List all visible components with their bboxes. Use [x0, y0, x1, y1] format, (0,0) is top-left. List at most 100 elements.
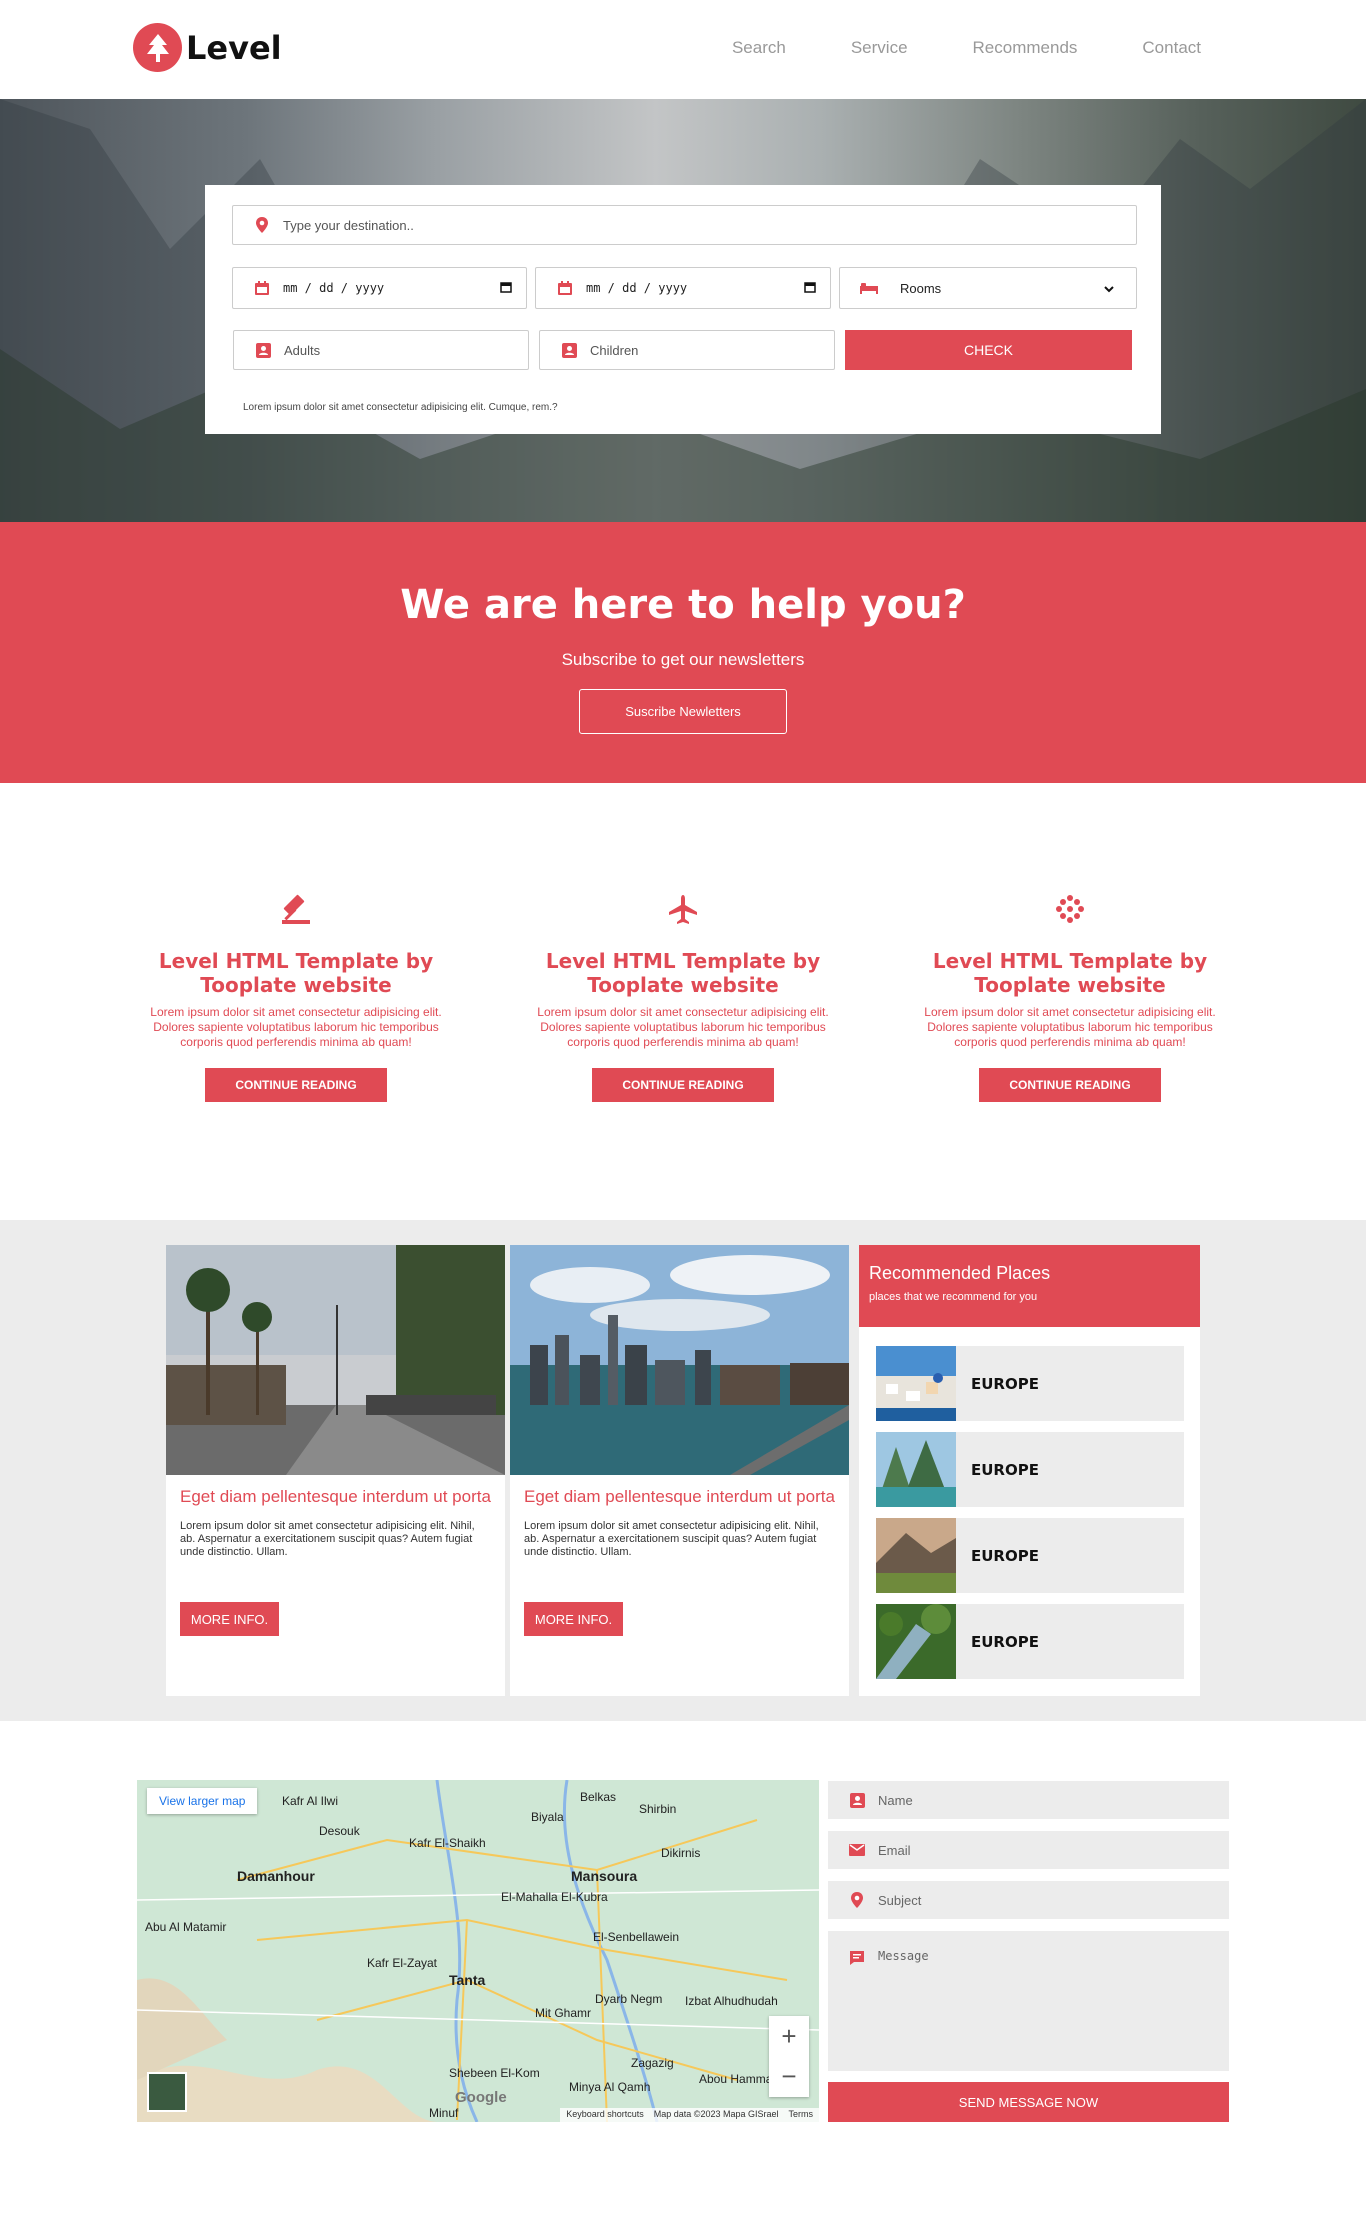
feature-text: Lorem ipsum dolor sit amet consectetur a…	[537, 1005, 829, 1049]
view-larger-map-link[interactable]: View larger map	[147, 1788, 258, 1814]
map-city-label: Desouk	[319, 1824, 360, 1838]
logo[interactable]: Level	[133, 23, 282, 72]
calendar-icon	[253, 279, 271, 297]
google-map[interactable]: View larger map Kafr Al Ilwi Belkas Shir…	[137, 1780, 819, 2122]
send-message-button[interactable]: SEND MESSAGE NOW	[828, 2082, 1229, 2122]
zoom-in-button[interactable]: +	[769, 2016, 809, 2056]
map-data-credit: Map data ©2023 Mapa GISrael	[653, 2109, 779, 2119]
more-info-button[interactable]: MORE INFO.	[180, 1602, 279, 1636]
map-city-label: Izbat Alhudhudah	[685, 1994, 778, 2008]
destination-input[interactable]: Type your destination..	[232, 205, 1137, 245]
places-section: Eget diam pellentesque interdum ut porta…	[0, 1220, 1366, 1721]
recommended-item-label: EUROPE	[971, 1460, 1039, 1479]
feature-title: Level HTML Template by Tooplate website	[158, 949, 434, 997]
bed-icon	[860, 279, 878, 297]
user-icon	[254, 341, 272, 359]
destination-placeholder: Type your destination..	[283, 217, 414, 233]
continue-reading-button[interactable]: CONTINUE READING	[205, 1068, 387, 1102]
map-city-label: Belkas	[580, 1790, 617, 1804]
message-placeholder: Message	[878, 1949, 929, 1963]
recommended-item[interactable]: EUROPE	[876, 1432, 1184, 1507]
recommended-item[interactable]: EUROPE	[876, 1346, 1184, 1421]
rooms-select[interactable]: Rooms	[839, 267, 1137, 309]
map-city-label: Biyala	[531, 1810, 564, 1824]
message-textarea[interactable]: Message	[828, 1931, 1229, 2071]
zoom-out-button[interactable]: −	[769, 2056, 809, 2096]
newsletter-subtitle: Subscribe to get our newsletters	[561, 650, 805, 669]
feature-text: Lorem ipsum dolor sit amet consectetur a…	[924, 1005, 1216, 1049]
checkin-date-input[interactable]: mm / dd / yyyy	[232, 267, 527, 309]
rooms-selected: Rooms	[900, 280, 942, 296]
keyboard-shortcuts-link[interactable]: Keyboard shortcuts	[566, 2109, 644, 2121]
recommended-item-label: EUROPE	[971, 1546, 1039, 1565]
calendar-picker-icon[interactable]	[804, 281, 816, 296]
subject-placeholder: Subject	[878, 1892, 922, 1908]
newsletter-section: We are here to help you? Subscribe to ge…	[0, 522, 1366, 783]
user-icon	[848, 1791, 866, 1809]
checkout-date-input[interactable]: mm / dd / yyyy	[535, 267, 831, 309]
contact-section: View larger map Kafr Al Ilwi Belkas Shir…	[0, 1721, 1366, 2232]
place-card: Eget diam pellentesque interdum ut porta…	[510, 1245, 849, 1696]
adults-placeholder: Adults	[284, 342, 321, 358]
search-form: Type your destination.. mm / dd / yyyy m…	[205, 185, 1161, 434]
nav-contact[interactable]: Contact	[1142, 38, 1201, 58]
checkin-value: mm / dd / yyyy	[283, 281, 385, 295]
map-city-label: Dikirnis	[661, 1846, 701, 1860]
name-placeholder: Name	[878, 1792, 913, 1808]
envelope-icon	[848, 1841, 866, 1859]
recommended-item[interactable]: EUROPE	[876, 1604, 1184, 1679]
site-header: Level Search Service Recommends Contact	[0, 0, 1366, 99]
subscribe-button[interactable]: Suscribe Newletters	[579, 689, 787, 734]
airplane-icon	[523, 891, 843, 927]
feature-title: Level HTML Template by Tooplate website	[545, 949, 821, 997]
map-city-label: Minya Al Qamh	[569, 2080, 651, 2094]
place-card: Eget diam pellentesque interdum ut porta…	[166, 1245, 505, 1696]
more-info-button[interactable]: MORE INFO.	[524, 1602, 623, 1636]
tree-icon	[133, 23, 182, 72]
map-city-label: Tanta	[449, 1972, 486, 1988]
map-city-label: Damanhour	[237, 1868, 315, 1884]
nav-service[interactable]: Service	[851, 38, 908, 58]
continue-reading-button[interactable]: CONTINUE READING	[979, 1068, 1161, 1102]
feature-text: Lorem ipsum dolor sit amet consectetur a…	[150, 1005, 442, 1049]
map-zoom-controls: + −	[769, 2016, 809, 2097]
email-field[interactable]: Email	[828, 1831, 1229, 1869]
children-placeholder: Children	[590, 342, 639, 358]
hero-banner: Type your destination.. mm / dd / yyyy m…	[0, 99, 1366, 522]
map-city-label: Abu Al Matamir	[145, 1920, 227, 1934]
nav-recommends[interactable]: Recommends	[973, 38, 1078, 58]
map-city-label: Mit Ghamr	[535, 2006, 592, 2020]
card-text: Lorem ipsum dolor sit amet consectetur a…	[180, 1520, 475, 1558]
feature-card: Level HTML Template by Tooplate website …	[523, 891, 843, 1102]
map-city-label: Mansoura	[571, 1868, 638, 1884]
nav-search[interactable]: Search	[732, 38, 786, 58]
search-note: Lorem ipsum dolor sit amet consectetur a…	[243, 402, 558, 413]
map-city-label: Kafr El-Zayat	[367, 1956, 438, 1970]
map-city-label: El-Senbellawein	[593, 1930, 680, 1944]
street-palm-image	[166, 1245, 505, 1475]
recommended-places: Recommended Places places that we recomm…	[859, 1245, 1200, 1696]
calendar-icon	[556, 279, 574, 297]
recommended-item[interactable]: EUROPE	[876, 1518, 1184, 1593]
feature-title: Level HTML Template by Tooplate website	[932, 949, 1208, 997]
card-title: Eget diam pellentesque interdum ut porta	[524, 1487, 835, 1506]
message-icon	[848, 1949, 866, 1967]
recommended-header: Recommended Places places that we recomm…	[859, 1245, 1200, 1327]
gavel-icon	[136, 891, 456, 927]
terms-link[interactable]: Terms	[789, 2109, 814, 2121]
map-layers-button[interactable]	[147, 2072, 187, 2112]
map-city-label: Shirbin	[639, 1802, 677, 1816]
adults-input[interactable]: Adults	[233, 330, 529, 370]
map-city-label: Kafr El-Shaikh	[409, 1836, 486, 1850]
map-city-label: Zagazig	[631, 2056, 674, 2070]
check-button[interactable]: CHECK	[845, 330, 1132, 370]
children-input[interactable]: Children	[539, 330, 835, 370]
continue-reading-button[interactable]: CONTINUE READING	[592, 1068, 774, 1102]
logo-text: Level	[186, 28, 282, 67]
subject-field[interactable]: Subject	[828, 1881, 1229, 1919]
recommended-item-label: EUROPE	[971, 1374, 1039, 1393]
map-city-label: El-Mahalla El-Kubra	[501, 1890, 608, 1904]
calendar-picker-icon[interactable]	[500, 281, 512, 296]
google-logo: Google	[455, 2089, 507, 2106]
name-field[interactable]: Name	[828, 1781, 1229, 1819]
